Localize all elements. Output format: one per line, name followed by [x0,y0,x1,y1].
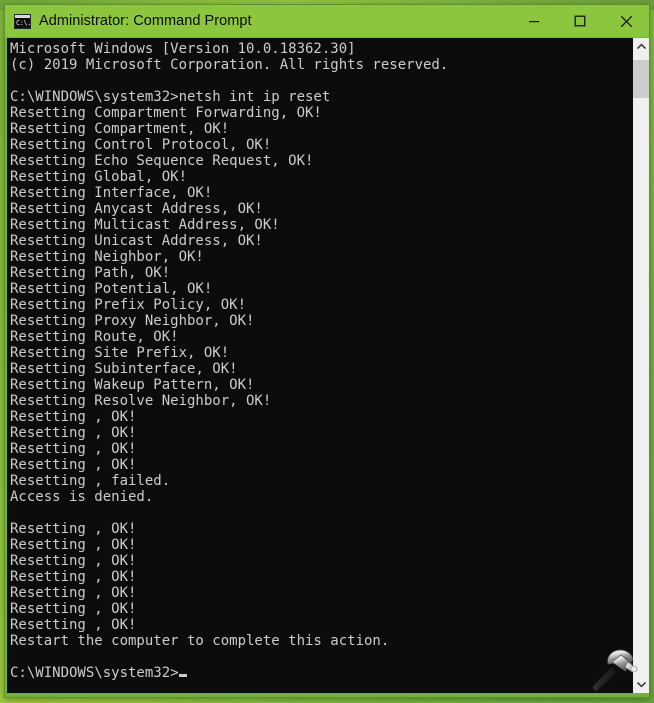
scrollbar-down-button[interactable] [633,676,649,693]
console-line: Resetting , OK! [10,425,137,441]
console-line: Resetting , OK! [10,537,137,553]
console-line: Resetting Multicast Address, OK! [10,217,280,233]
console-line: (c) 2019 Microsoft Corporation. All righ… [10,57,449,73]
chevron-down-icon [636,681,646,688]
console-line: Resetting , OK! [10,457,137,473]
chevron-up-icon [636,43,646,50]
window-title: Administrator: Command Prompt [39,13,252,29]
console-line: Access is denied. [10,489,154,505]
console-line: Resetting , OK! [10,409,137,425]
console-cursor [178,674,187,677]
console-line: Resetting , OK! [10,569,137,585]
scrollbar-up-button[interactable] [633,38,649,55]
console-scrollbar[interactable] [632,38,649,693]
console-line: Resetting Compartment, OK! [10,121,230,137]
console-line: Resetting Unicast Address, OK! [10,233,263,249]
console-line: Resetting Proxy Neighbor, OK! [10,313,255,329]
command-prompt-icon: C:\. [14,13,31,29]
window-controls [511,5,649,37]
console-line: C:\WINDOWS\system32>netsh int ip reset [10,89,331,105]
window-titlebar[interactable]: C:\. Administrator: Command Prompt [5,5,649,38]
console-line: Resetting Subinterface, OK! [10,361,238,377]
console-line: Resetting Compartment Forwarding, OK! [10,105,322,121]
scrollbar-thumb[interactable] [633,60,649,98]
console-line: Resetting Resolve Neighbor, OK! [10,393,272,409]
console-line: Resetting , failed. [10,473,171,489]
command-prompt-window[interactable]: C:\. Administrator: Command Prompt Micro… [4,4,650,698]
console-line: Resetting Site Prefix, OK! [10,345,230,361]
console-line: Resetting Path, OK! [10,265,171,281]
console-line: Restart the computer to complete this ac… [10,633,390,649]
minimize-button[interactable] [511,5,557,37]
console-line: Resetting , OK! [10,601,137,617]
console-output[interactable]: Microsoft Windows [Version 10.0.18362.30… [7,38,632,693]
icon-prompt-glyph: C:\. [16,18,31,27]
window-bottom-edge [5,693,649,697]
console-prompt-line[interactable]: C:\WINDOWS\system32> [10,665,632,681]
console-line: Resetting , OK! [10,553,137,569]
console-line: Resetting Wakeup Pattern, OK! [10,377,255,393]
console-line: Resetting Neighbor, OK! [10,249,204,265]
console-line: Resetting Interface, OK! [10,185,213,201]
console-line: Resetting Echo Sequence Request, OK! [10,153,314,169]
maximize-button[interactable] [557,5,603,37]
console-line: Resetting Global, OK! [10,169,188,185]
close-icon [620,15,632,27]
console-line: Resetting Prefix Policy, OK! [10,297,247,313]
console-area[interactable]: Microsoft Windows [Version 10.0.18362.30… [5,38,649,693]
console-line: Resetting Route, OK! [10,329,179,345]
console-line: Resetting Potential, OK! [10,281,213,297]
console-line: Resetting , OK! [10,441,137,457]
maximize-icon [574,15,586,27]
console-line: Resetting Control Protocol, OK! [10,137,272,153]
close-button[interactable] [603,5,649,37]
console-line: Resetting , OK! [10,585,137,601]
console-line: Resetting Anycast Address, OK! [10,201,263,217]
scrollbar-track[interactable] [633,55,649,676]
console-line: Resetting , OK! [10,617,137,633]
console-prompt: C:\WINDOWS\system32> [10,665,179,681]
console-line: Resetting , OK! [10,521,137,537]
console-line: Microsoft Windows [Version 10.0.18362.30… [10,41,356,57]
minimize-icon [529,21,539,23]
